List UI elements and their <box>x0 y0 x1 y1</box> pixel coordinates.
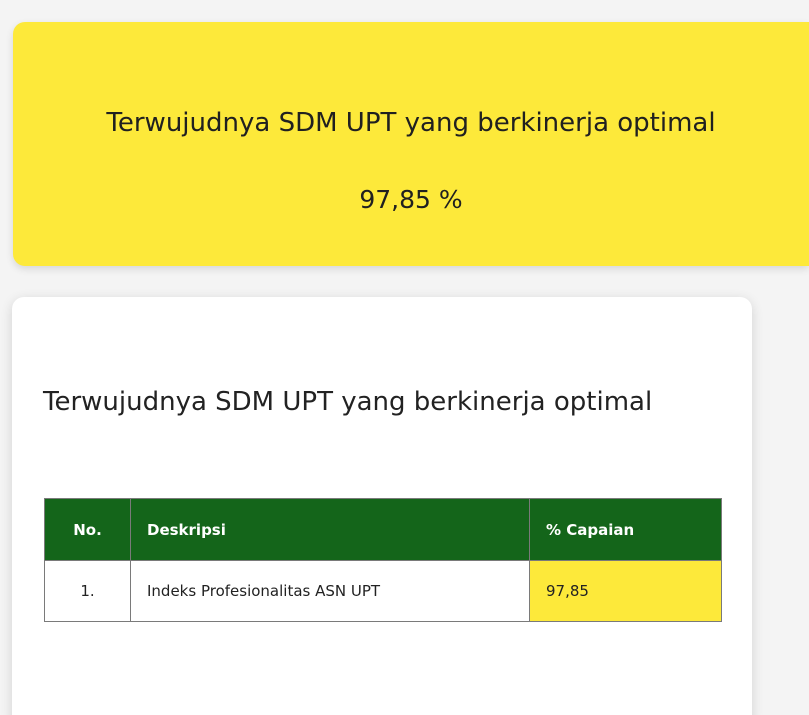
header-capaian: % Capaian <box>529 498 722 561</box>
summary-title: Terwujudnya SDM UPT yang berkinerja opti… <box>106 108 716 138</box>
page: Terwujudnya SDM UPT yang berkinerja opti… <box>0 0 809 715</box>
detail-card: Terwujudnya SDM UPT yang berkinerja opti… <box>12 297 752 715</box>
summary-card: Terwujudnya SDM UPT yang berkinerja opti… <box>13 22 809 266</box>
cell-no: 1. <box>44 560 131 622</box>
summary-value: 97,85 % <box>359 185 463 214</box>
table-row: 1. Indeks Profesionalitas ASN UPT 97,85 <box>44 560 722 622</box>
header-no: No. <box>44 498 131 561</box>
capaian-table: No. Deskripsi % Capaian 1. Indeks Profes… <box>44 498 722 622</box>
header-deskripsi: Deskripsi <box>130 498 530 561</box>
cell-deskripsi: Indeks Profesionalitas ASN UPT <box>130 560 530 622</box>
cell-capaian: 97,85 <box>529 560 722 622</box>
detail-title: Terwujudnya SDM UPT yang berkinerja opti… <box>43 387 653 417</box>
table-header-row: No. Deskripsi % Capaian <box>44 498 722 561</box>
